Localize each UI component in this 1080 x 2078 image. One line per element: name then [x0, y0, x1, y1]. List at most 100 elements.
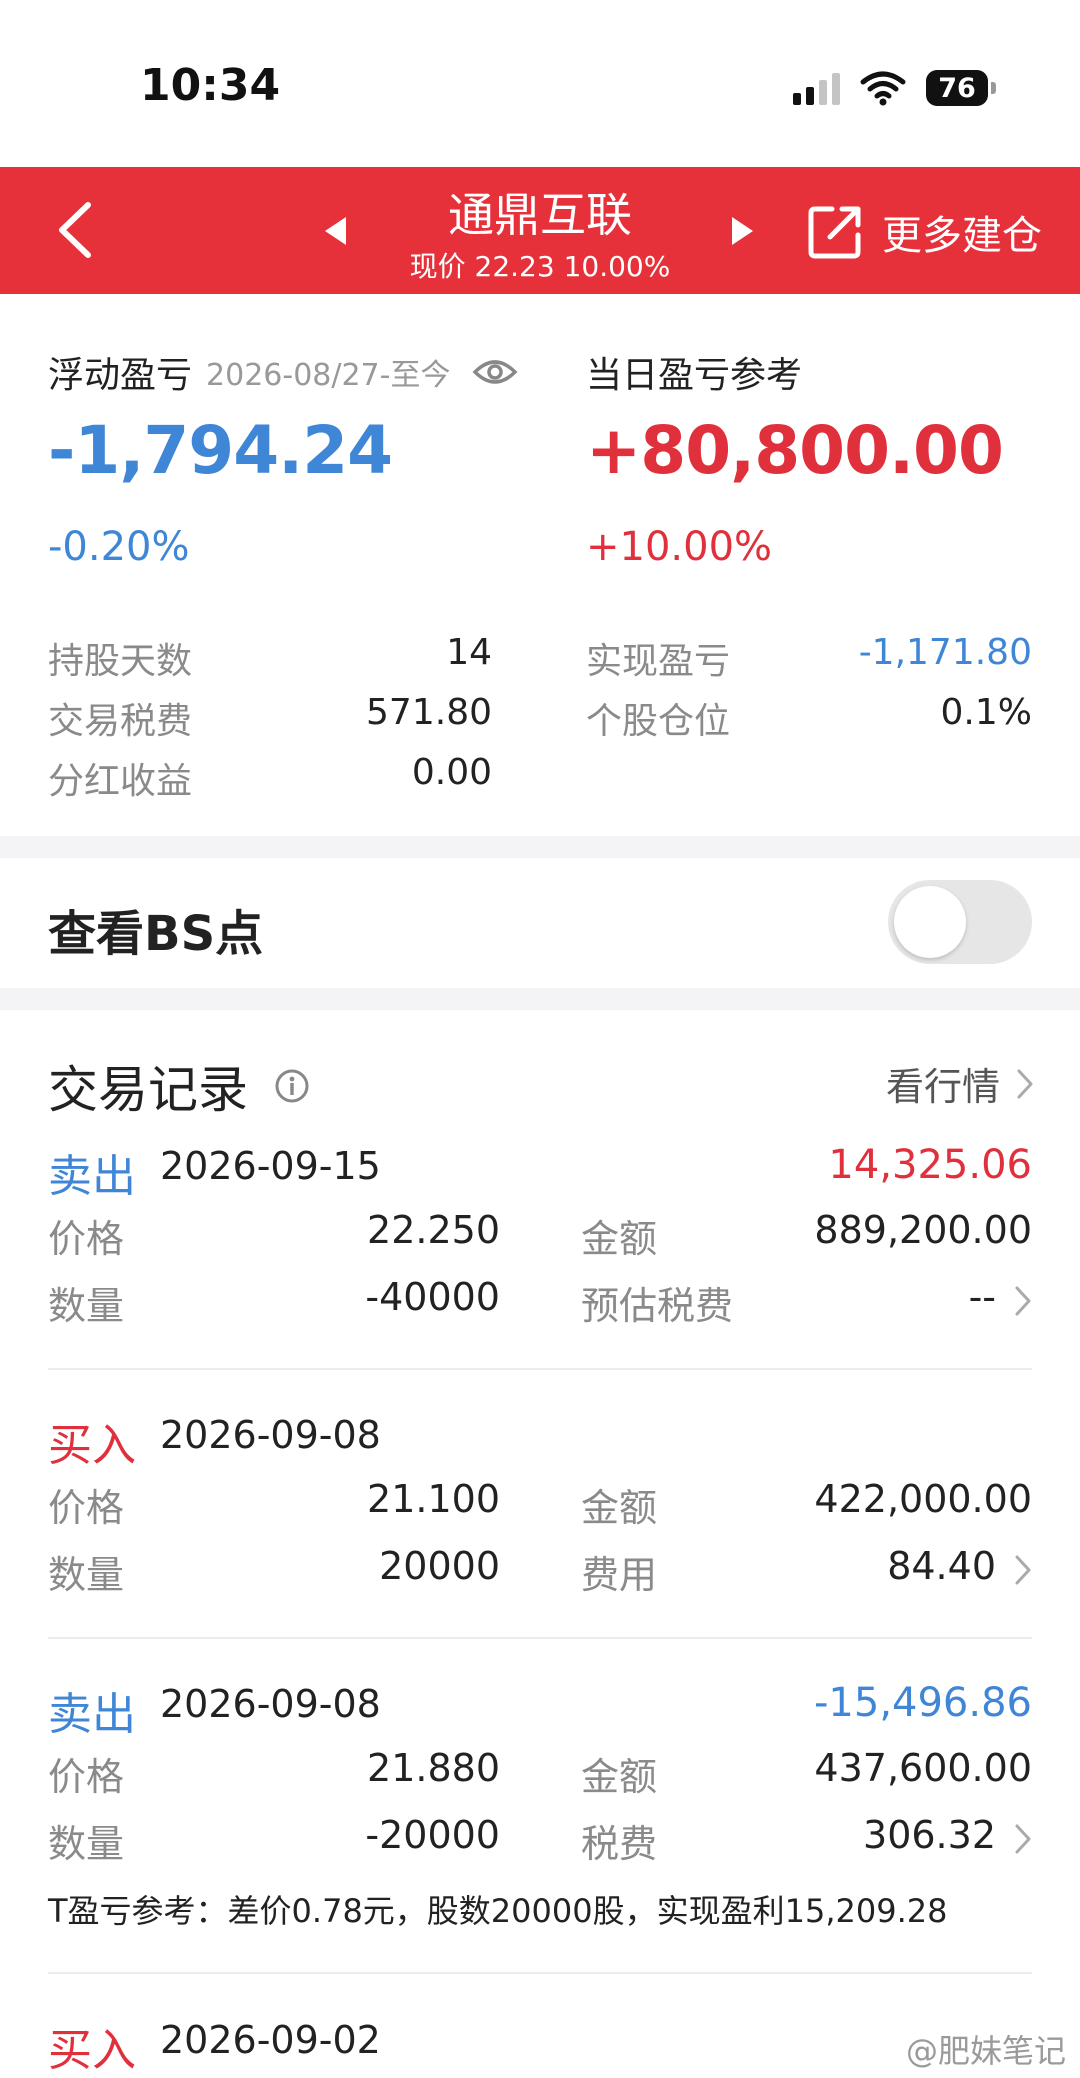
price-value: 21.880: [367, 1746, 500, 1790]
daily-pnl-pct: +10.00%: [586, 524, 773, 570]
floating-pnl-date: 2026-08/27-至今: [206, 358, 451, 393]
trade-type-sell: 卖出: [48, 1689, 136, 1740]
record-header: 卖出 2026-09-08 -15,496.86: [48, 1678, 1032, 1740]
trade-record[interactable]: 买入 2026-09-08 价格 21.100 金额 422,000.00 数量…: [48, 1409, 1032, 1629]
record-row-qty: 数量 -40000 预估税费 --: [48, 1275, 1032, 1331]
qty-label: 数量: [48, 1553, 125, 1597]
stat-realized-pnl: 实现盈亏 -1,171.80: [586, 632, 1032, 682]
bs-points-toggle[interactable]: [888, 880, 1032, 964]
fee-label: 费用: [581, 1553, 658, 1597]
qty-value: -40000: [365, 1275, 500, 1319]
view-market-link[interactable]: 看行情: [886, 1056, 1034, 1111]
fee-label: 税费: [581, 1822, 658, 1866]
trade-record[interactable]: 买入 2026-09-02: [48, 2014, 1032, 2078]
record-row-price: 价格 22.250 金额 889,200.00: [48, 1208, 1032, 1264]
chevron-right-icon[interactable]: [1014, 1285, 1032, 1317]
stat-value: -1,171.80: [858, 632, 1032, 673]
fee-value: --: [968, 1275, 996, 1319]
prev-stock-icon[interactable]: [322, 215, 348, 247]
trade-date: 2026-09-08: [160, 1413, 381, 1457]
cellular-signal-icon: [793, 71, 840, 105]
more-positions-label: 更多建仓: [882, 213, 1042, 259]
t-trade-reference: T盈亏参考：差价0.78元，股数20000股，实现盈利15,209.28: [48, 1892, 948, 1930]
divider: [48, 1972, 1032, 1974]
stat-holding-days: 持股天数 14: [48, 632, 492, 682]
qty-value: 20000: [379, 1544, 500, 1588]
floating-pnl-pct: -0.20%: [48, 524, 190, 570]
record-header: 卖出 2026-09-15 14,325.06: [48, 1140, 1032, 1202]
back-icon[interactable]: [48, 195, 108, 265]
more-positions-button[interactable]: 更多建仓: [806, 203, 1042, 261]
price-label: 价格: [48, 1486, 125, 1530]
amount-label: 金额: [581, 1486, 658, 1530]
trade-date: 2026-09-02: [160, 2018, 381, 2062]
bs-points-row: 查看BS点: [0, 858, 1080, 988]
stat-label: 个股仓位: [586, 701, 731, 742]
record-header: 买入 2026-09-08: [48, 1409, 1032, 1471]
stat-value: 0.00: [411, 752, 492, 793]
floating-pnl-header: 浮动盈亏 2026-08/27-至今: [48, 346, 518, 398]
stat-position-ratio: 个股仓位 0.1%: [586, 692, 1032, 742]
record-row-price: 价格 21.880 金额 437,600.00: [48, 1746, 1032, 1802]
toggle-knob: [894, 886, 966, 958]
stock-header: 通鼎互联 现价 22.23 10.00% 更多建仓: [0, 167, 1080, 294]
fee-value: 84.40: [887, 1544, 996, 1588]
pnl-summary-card: 浮动盈亏 2026-08/27-至今 当日盈亏参考 -1,794.24 +80,…: [0, 294, 1080, 836]
fee-value: 306.32: [863, 1813, 996, 1857]
amount-value: 437,600.00: [814, 1746, 1032, 1790]
floating-pnl-value: -1,794.24: [48, 412, 393, 489]
record-row-price: 价格 21.100 金额 422,000.00: [48, 1477, 1032, 1533]
next-stock-icon[interactable]: [730, 215, 756, 247]
stat-dividend-income: 分红收益 0.00: [48, 752, 492, 802]
stock-name: 通鼎互联: [448, 188, 632, 242]
stat-label: 实现盈亏: [586, 641, 731, 682]
stat-trading-fees: 交易税费 571.80: [48, 692, 492, 742]
status-bar: 10:34 76: [0, 0, 1080, 167]
trade-date: 2026-09-08: [160, 1682, 381, 1726]
view-market-label: 看行情: [885, 1065, 1000, 1109]
price-label: 价格: [48, 1755, 125, 1799]
stat-value: 571.80: [366, 692, 492, 733]
info-icon[interactable]: [274, 1068, 310, 1104]
qty-label: 数量: [48, 1822, 125, 1866]
amount-label: 金额: [581, 1755, 658, 1799]
trade-type-buy: 买入: [48, 1420, 136, 1471]
chevron-right-icon: [1017, 1069, 1033, 1098]
trade-records-title: 交易记录: [48, 1061, 248, 1119]
chevron-right-icon[interactable]: [1014, 1823, 1032, 1855]
stat-value: 14: [446, 632, 492, 673]
record-row-qty: 数量 20000 费用 84.40: [48, 1544, 1032, 1600]
stat-value: 0.1%: [940, 692, 1032, 733]
daily-pnl-label: 当日盈亏参考: [586, 355, 803, 396]
share-icon: [808, 206, 861, 259]
trade-record[interactable]: 卖出 2026-09-08 -15,496.86 价格 21.880 金额 43…: [48, 1678, 1032, 1968]
fee-label: 预估税费: [581, 1284, 734, 1328]
price-value: 21.100: [367, 1477, 500, 1521]
stat-label: 交易税费: [48, 701, 193, 742]
trade-records-section: 交易记录 看行情 卖出 2026-09-15 14,325.06 价格 22.2…: [0, 1010, 1080, 2078]
status-icons: 76: [793, 66, 996, 110]
trade-date: 2026-09-15: [160, 1144, 381, 1188]
price-value: 22.250: [367, 1208, 500, 1252]
trade-type-buy: 买入: [48, 2025, 136, 2076]
eye-icon[interactable]: [472, 356, 518, 388]
record-row-qty: 数量 -20000 税费 306.32: [48, 1813, 1032, 1869]
bs-points-label: 查看BS点: [48, 906, 264, 962]
status-time: 10:34: [140, 60, 281, 111]
stat-label: 分红收益: [48, 761, 193, 802]
watermark: @肥妹笔记: [905, 2032, 1066, 2070]
trade-pnl: 14,325.06: [828, 1142, 1032, 1188]
amount-label: 金额: [581, 1217, 658, 1261]
divider: [48, 1637, 1032, 1639]
amount-value: 422,000.00: [814, 1477, 1032, 1521]
stat-label: 持股天数: [48, 641, 193, 682]
divider: [48, 1368, 1032, 1370]
daily-pnl-value: +80,800.00: [586, 412, 1004, 489]
battery-icon: 76: [926, 70, 996, 106]
trade-record[interactable]: 卖出 2026-09-15 14,325.06 价格 22.250 金额 889…: [48, 1140, 1032, 1360]
chevron-right-icon[interactable]: [1014, 1554, 1032, 1586]
wifi-icon: [860, 71, 906, 106]
trade-pnl: -15,496.86: [813, 1680, 1032, 1726]
amount-value: 889,200.00: [814, 1208, 1032, 1252]
battery-level: 76: [938, 72, 976, 104]
